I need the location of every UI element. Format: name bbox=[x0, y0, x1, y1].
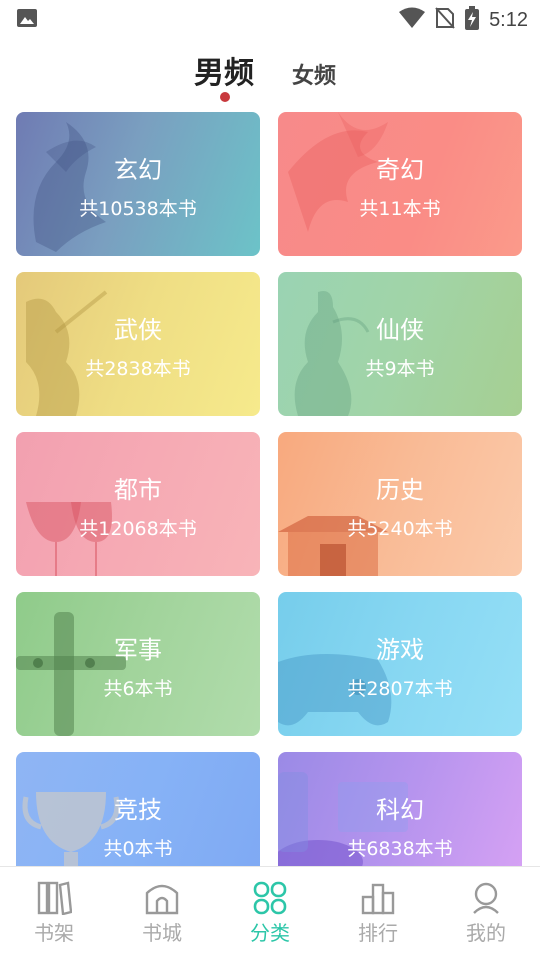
active-tab-indicator bbox=[220, 92, 230, 102]
category-name: 武侠 bbox=[114, 316, 162, 344]
bookshelf-icon bbox=[37, 881, 72, 915]
gallery-notification-icon bbox=[16, 8, 38, 32]
gender-tabs: 男频 女频 bbox=[0, 48, 540, 104]
category-card-kehuan[interactable]: 科幻 共6838本书 bbox=[278, 752, 522, 868]
category-card-youxi[interactable]: 游戏 共2807本书 bbox=[278, 592, 522, 736]
nav-label-bookshelf: 书架 bbox=[34, 921, 74, 945]
category-name: 游戏 bbox=[376, 636, 424, 664]
nav-label-profile: 我的 bbox=[466, 921, 506, 945]
category-card-jingji[interactable]: 竞技 共0本书 bbox=[16, 752, 260, 868]
category-count: 共2838本书 bbox=[85, 358, 191, 380]
category-card-junshi[interactable]: 军事 共6本书 bbox=[16, 592, 260, 736]
wifi-icon bbox=[399, 7, 426, 33]
nav-category[interactable]: 分类 bbox=[230, 881, 310, 946]
category-grid: 玄幻 共10538本书 奇幻 共11本书 武侠 共2838本书 仙侠 共9本书 bbox=[16, 112, 524, 868]
battery-charging-icon bbox=[465, 6, 480, 34]
category-name: 奇幻 bbox=[376, 156, 424, 184]
status-time: 5:12 bbox=[489, 8, 528, 31]
nav-profile[interactable]: 我的 bbox=[446, 881, 526, 946]
category-count: 共9本书 bbox=[365, 358, 435, 380]
category-card-xianxia[interactable]: 仙侠 共9本书 bbox=[278, 272, 522, 416]
bottom-navigation: 书架 书城 分类 排行 我的 bbox=[0, 866, 540, 960]
category-name: 都市 bbox=[114, 476, 162, 504]
bookstore-icon bbox=[145, 884, 179, 915]
category-count: 共12068本书 bbox=[79, 518, 197, 540]
category-count: 共10538本书 bbox=[79, 198, 197, 220]
category-count: 共6本书 bbox=[103, 678, 173, 700]
category-count: 共6838本书 bbox=[347, 838, 453, 860]
category-card-qihuan[interactable]: 奇幻 共11本书 bbox=[278, 112, 522, 256]
category-name: 仙侠 bbox=[376, 316, 424, 344]
status-bar: 5:12 bbox=[0, 0, 540, 36]
category-card-wuxia[interactable]: 武侠 共2838本书 bbox=[16, 272, 260, 416]
category-name: 科幻 bbox=[376, 796, 424, 824]
nav-label-category: 分类 bbox=[250, 921, 290, 945]
category-name: 历史 bbox=[376, 476, 424, 504]
category-card-dushi[interactable]: 都市 共12068本书 bbox=[16, 432, 260, 576]
tab-female[interactable]: 女频 bbox=[292, 58, 336, 90]
category-name: 军事 bbox=[114, 636, 162, 664]
nav-bookstore[interactable]: 书城 bbox=[122, 881, 202, 946]
profile-icon bbox=[473, 882, 499, 914]
nav-label-ranking: 排行 bbox=[358, 921, 398, 945]
nav-ranking[interactable]: 排行 bbox=[338, 881, 418, 946]
category-count: 共2807本书 bbox=[347, 678, 453, 700]
category-name: 竞技 bbox=[114, 796, 162, 824]
no-sim-icon bbox=[435, 7, 455, 33]
category-count: 共5240本书 bbox=[347, 518, 453, 540]
nav-bookshelf[interactable]: 书架 bbox=[14, 881, 94, 946]
category-count: 共11本书 bbox=[359, 198, 441, 220]
tab-male[interactable]: 男频 bbox=[194, 48, 254, 92]
category-count: 共0本书 bbox=[103, 838, 173, 860]
ranking-icon bbox=[361, 883, 395, 915]
category-card-lishi[interactable]: 历史 共5240本书 bbox=[278, 432, 522, 576]
nav-label-bookstore: 书城 bbox=[142, 921, 182, 945]
category-name: 玄幻 bbox=[114, 156, 162, 184]
category-card-xuanhuan[interactable]: 玄幻 共10538本书 bbox=[16, 112, 260, 256]
category-icon bbox=[253, 881, 287, 915]
